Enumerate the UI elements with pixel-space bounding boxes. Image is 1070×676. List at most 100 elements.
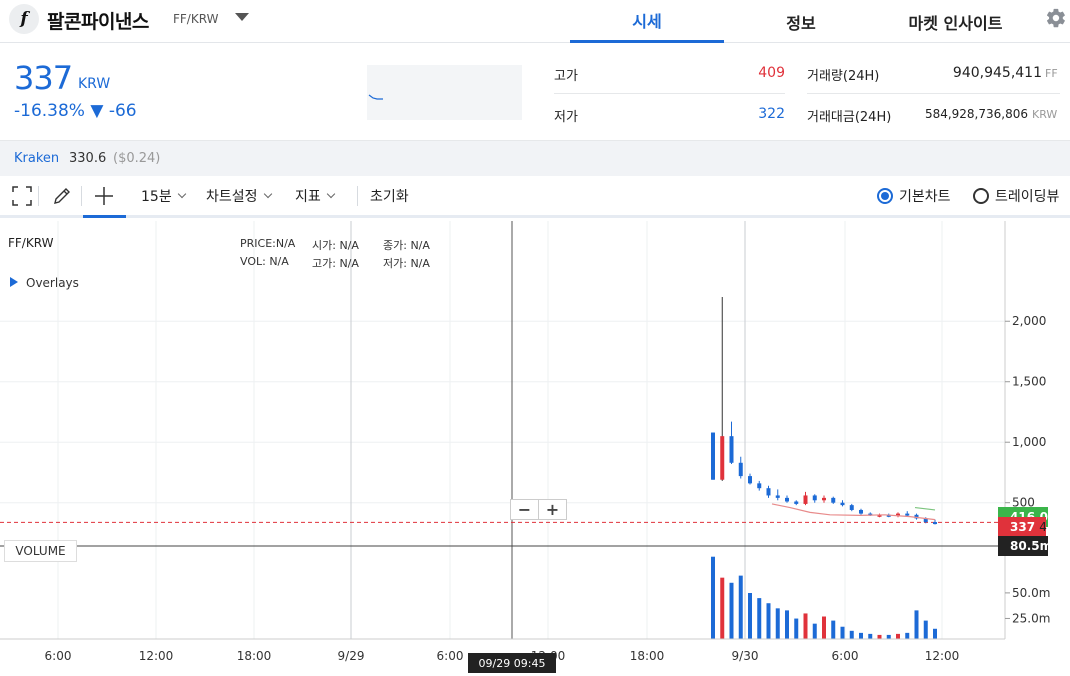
reset-button[interactable]: 초기화 (370, 176, 409, 216)
gear-icon[interactable] (1045, 7, 1067, 29)
current-price-tag-suffix: 4 (1039, 520, 1047, 534)
mini-chart (367, 65, 522, 120)
coin-select-caret-icon[interactable] (235, 13, 249, 21)
x-tick-label: 6:00 (832, 649, 859, 663)
volume-bar (923, 620, 928, 639)
chart-settings-menu[interactable]: 차트설정 (206, 176, 272, 216)
candle-body (933, 522, 937, 525)
volume-price-tag: 80.5m (998, 536, 1052, 556)
candle-body (766, 488, 771, 496)
volume-bar (794, 618, 799, 639)
caret-right-icon (10, 277, 18, 287)
legend-close: 종가: N/A (383, 239, 430, 252)
x-tick-label: 12:00 (139, 649, 174, 663)
x-tick-label: 9/30 (732, 649, 759, 663)
crosshair-time-tag: 09/29 09:45 (468, 653, 556, 673)
x-tick-label: 18:00 (237, 649, 272, 663)
current-price-tag-value: 337 (1010, 520, 1036, 534)
toolbar-divider (357, 186, 358, 206)
tab-market-insight[interactable]: 마켓 인사이트 (878, 0, 1033, 43)
legend-high: 고가: N/A (312, 257, 359, 270)
pencil-icon[interactable] (52, 176, 72, 216)
stat-low-value: 322 (758, 106, 785, 122)
volume-label[interactable]: VOLUME (4, 540, 77, 562)
zoom-controls: − + (510, 499, 567, 520)
volume-bar (840, 626, 845, 639)
candle-body (822, 497, 826, 501)
volume-bar (896, 633, 900, 639)
legend-open: 시가: N/A (312, 239, 359, 252)
y-tick-label: 1,000 (1012, 435, 1046, 449)
stat-amount-label: 거래대금(24H) (807, 110, 892, 125)
exchange-usd-price: ($0.24) (113, 151, 161, 166)
stat-high-label: 고가 (554, 69, 578, 84)
chevron-down-icon (263, 189, 272, 199)
stat-low-label: 저가 (554, 110, 578, 125)
moving-average-line-2 (914, 506, 936, 511)
chevron-down-icon (326, 189, 336, 199)
candle-body (738, 462, 743, 477)
candle-body (729, 436, 734, 463)
change-percent: -16.38% (14, 101, 85, 121)
price-unit: KRW (78, 76, 111, 92)
view-basic-radio[interactable]: 기본차트 (877, 176, 951, 216)
interval-label: 15분 (141, 189, 172, 205)
price-chart[interactable]: 2,000 1,500 1,000 500 50.0m 25.0m 6:00 12:00 18:… (0, 221, 1070, 676)
price-summary: 337 KRW -16.38% ▼ -66 고가 409 저가 322 거래량(… (0, 43, 1070, 140)
coin-name[interactable]: 팔콘파이낸스 (47, 7, 149, 34)
exchange-name[interactable]: Kraken (14, 151, 59, 166)
stat-amount-unit: KRW (1032, 108, 1058, 121)
volume-bar (905, 632, 910, 639)
legend-low: 저가: N/A (383, 257, 430, 270)
chart-toolbar: 15분 차트설정 지표 초기화 기본차트 트레이딩뷰 (0, 176, 1070, 218)
volume-bar (812, 623, 817, 639)
view-tradingview-radio[interactable]: 트레이딩뷰 (973, 176, 1059, 216)
indicators-label: 지표 (295, 189, 321, 205)
top-bar: f 팔콘파이낸스 FF/KRW 시세 정보 마켓 인사이트 (0, 0, 1070, 43)
candle-body (711, 432, 715, 480)
stat-amount-value: 584,928,736,806 (924, 107, 1028, 121)
exchange-bar: Kraken 330.6 ($0.24) (0, 140, 1070, 176)
radio-unselected-icon (973, 188, 989, 204)
candle-body (831, 497, 836, 503)
tab-info[interactable]: 정보 (724, 0, 878, 43)
fullscreen-icon[interactable] (12, 176, 32, 216)
tab-price[interactable]: 시세 (570, 0, 724, 43)
volume-bar (803, 613, 808, 639)
candle-body (849, 505, 854, 510)
volume-bar (914, 610, 919, 639)
volume-bar (822, 616, 826, 639)
mini-chart-line (368, 94, 383, 100)
volume-bar (738, 575, 743, 639)
interval-select[interactable]: 15분 (141, 176, 186, 216)
overlays-toggle[interactable]: Overlays (10, 276, 79, 290)
volume-bar (766, 603, 771, 639)
coin-pair: FF/KRW (173, 12, 219, 26)
volume-bar (711, 556, 715, 639)
legend-price: PRICE:N/A (240, 237, 296, 250)
chart-settings-label: 차트설정 (206, 189, 258, 205)
volume-bar (720, 577, 725, 639)
stat-divider (554, 93, 785, 94)
vol-tick-label: 50.0m (1012, 586, 1050, 600)
chart-canvas[interactable]: 2,0001,5001,00050050.0m25.0m6:00 12:00 18:… (0, 221, 1070, 676)
volume-bar (886, 634, 891, 639)
candle-body (775, 495, 780, 498)
crosshair-active-indicator (83, 215, 126, 218)
stat-volume-label: 거래량(24H) (807, 69, 880, 84)
legend-vol: VOL: N/A (240, 255, 289, 268)
candle-body (757, 483, 762, 489)
view-tradingview-label: 트레이딩뷰 (995, 189, 1060, 205)
x-tick-label: 12:00 (925, 649, 960, 663)
chart-symbol: FF/KRW (8, 236, 54, 250)
indicators-menu[interactable]: 지표 (295, 176, 336, 216)
stat-divider (807, 93, 1060, 94)
crosshair-icon[interactable] (94, 176, 114, 216)
volume-bar (748, 593, 752, 639)
zoom-out-button[interactable]: − (511, 500, 539, 519)
stat-high-value: 409 (758, 65, 785, 81)
x-tick-label: 9/29 (338, 649, 365, 663)
zoom-in-button[interactable]: + (539, 500, 566, 519)
price-change: -16.38% ▼ -66 (14, 101, 137, 121)
overlays-label: Overlays (26, 276, 79, 290)
